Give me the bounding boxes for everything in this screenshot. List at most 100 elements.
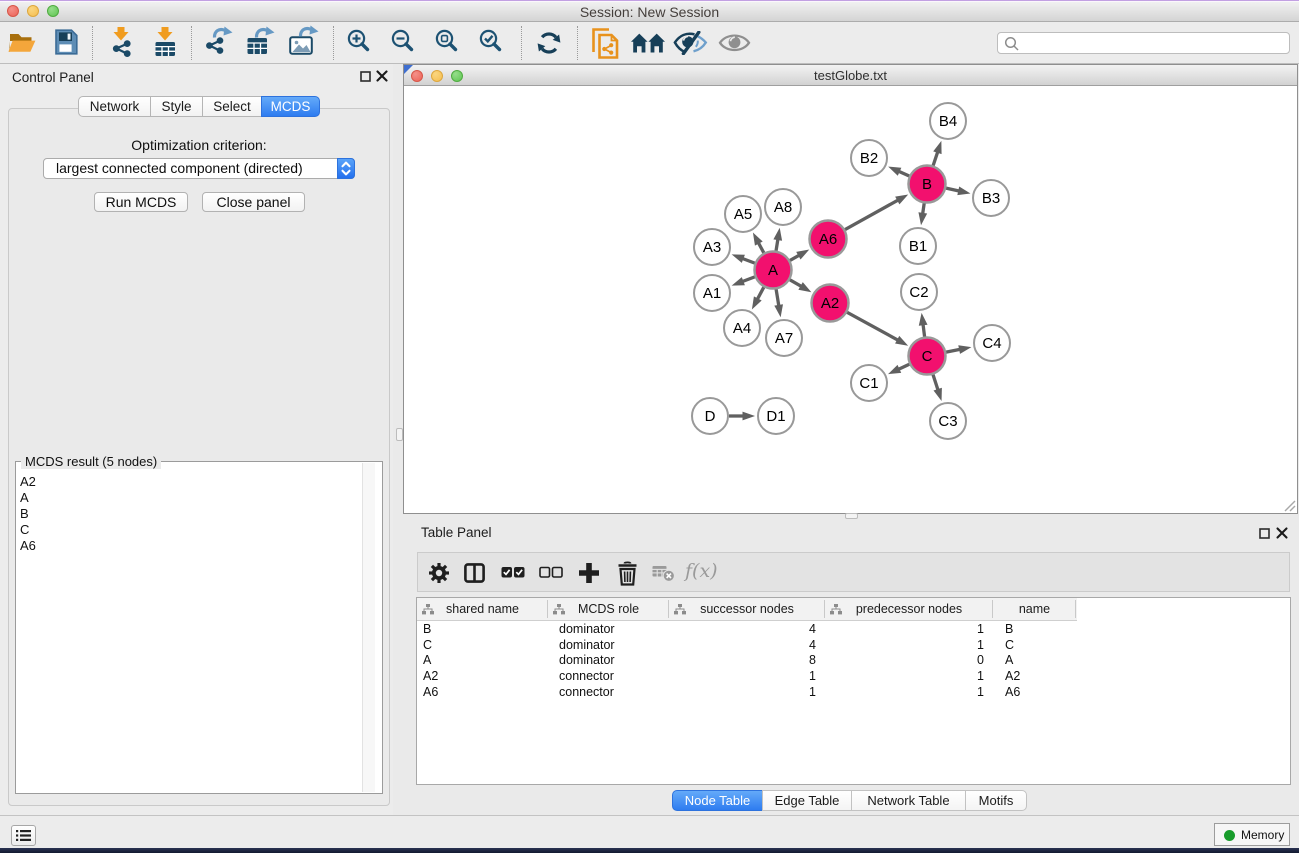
table-tab-node-table[interactable]: Node Table — [672, 790, 763, 811]
export-image-button[interactable] — [289, 25, 320, 56]
table-panel-float-icon[interactable] — [1259, 528, 1270, 539]
function-builder-button[interactable]: f(x) — [685, 560, 718, 582]
graph-edge-A-A3[interactable] — [741, 258, 754, 263]
graph-node-label-B2: B2 — [860, 150, 878, 167]
save-session-button[interactable] — [53, 29, 78, 55]
graph-edge-C-C2[interactable] — [923, 323, 925, 336]
graph-edge-A-A1[interactable] — [741, 277, 754, 282]
column-header-predecessor-nodes[interactable]: predecessor nodes — [825, 598, 993, 620]
table-tab-edge-table[interactable]: Edge Table — [762, 790, 852, 811]
mcds-result-scrollbar[interactable] — [362, 463, 375, 792]
graph-edge-A-A2[interactable] — [790, 280, 802, 287]
mcds-result-item[interactable]: A2 — [20, 474, 36, 490]
table-panel-title: Table Panel — [421, 525, 492, 540]
control-panel-tabs: NetworkStyleSelectMCDS — [78, 96, 320, 117]
show-all-button[interactable] — [718, 33, 751, 53]
column-header-MCDS-role[interactable]: MCDS role — [548, 598, 669, 620]
table-row[interactable]: Adominator80A — [417, 653, 1290, 669]
table-columns-button[interactable] — [464, 563, 485, 583]
graph-edge-B-B3[interactable] — [946, 188, 960, 191]
refresh-layout-button[interactable] — [536, 30, 562, 56]
control-panel-tab-network[interactable]: Network — [78, 96, 151, 117]
zoom-in-button[interactable] — [347, 29, 370, 52]
session-title: Session: New Session — [0, 4, 1299, 20]
column-tree-icon — [830, 604, 842, 615]
graph-node-label-D: D — [705, 408, 716, 425]
column-header-successor-nodes[interactable]: successor nodes — [669, 598, 825, 620]
mcds-result-item[interactable]: A6 — [20, 538, 36, 554]
table-tab-motifs[interactable]: Motifs — [965, 790, 1027, 811]
graph-edge-A-A4[interactable] — [757, 287, 764, 300]
desktop-background-strip — [0, 848, 1299, 853]
table-row[interactable]: Bdominator41B — [417, 622, 1290, 638]
desktop-horizontal-scrollbar-thumb[interactable] — [845, 513, 858, 519]
mcds-result-item[interactable]: C — [20, 522, 36, 538]
graph-node-label-C1: C1 — [859, 375, 878, 392]
table-cell: 1 — [669, 685, 825, 701]
import-table-button[interactable] — [152, 27, 178, 57]
table-row[interactable]: Cdominator41C — [417, 638, 1290, 654]
clone-network-button[interactable] — [591, 28, 621, 59]
node-table-header: shared nameMCDS rolesuccessor nodesprede… — [417, 598, 1077, 621]
zoom-fit-button[interactable] — [435, 29, 458, 52]
control-panel-float-icon[interactable] — [360, 71, 371, 82]
table-panel-close-icon[interactable] — [1276, 527, 1288, 539]
export-network-button[interactable] — [204, 26, 234, 56]
column-header-name[interactable]: name — [993, 598, 1076, 620]
desktop-vertical-scrollbar-thumb[interactable] — [396, 428, 403, 441]
control-panel-tab-style[interactable]: Style — [150, 96, 203, 117]
graph-edge-arrowhead — [957, 187, 970, 196]
graph-node-label-C4: C4 — [982, 335, 1001, 352]
zoom-out-button[interactable] — [391, 29, 414, 52]
deselect-all-rows-button[interactable] — [539, 566, 563, 579]
table-cell: 1 — [825, 638, 993, 654]
mcds-result-item[interactable]: B — [20, 506, 36, 522]
criterion-select-stepper[interactable] — [337, 158, 355, 179]
graph-node-label-A1: A1 — [703, 285, 721, 302]
export-table-button[interactable] — [246, 26, 276, 56]
table-cell: 1 — [825, 685, 993, 701]
first-neighbors-button[interactable] — [631, 32, 665, 53]
graph-edge-arrowhead — [798, 282, 811, 292]
criterion-select[interactable]: largest connected component (directed) — [43, 158, 355, 179]
import-network-button[interactable] — [108, 27, 134, 57]
graph-edge-A6-B[interactable] — [845, 200, 899, 230]
column-header-shared-name[interactable]: shared name — [417, 598, 548, 620]
table-cell: 1 — [825, 669, 993, 685]
run-mcds-button[interactable]: Run MCDS — [94, 192, 188, 212]
memory-button[interactable]: Memory — [1214, 823, 1290, 846]
close-panel-button[interactable]: Close panel — [202, 192, 305, 212]
control-panel-tab-mcds[interactable]: MCDS — [261, 96, 320, 117]
window-resize-grip[interactable] — [1282, 498, 1296, 512]
table-cell: A — [993, 653, 1076, 669]
network-graph[interactable]: AA6A2BCA1A3A5A8A4A7B1B2B3B4C1C2C3C4DD1 — [404, 87, 1297, 514]
open-session-button[interactable] — [8, 30, 36, 56]
show-panels-button[interactable] — [11, 825, 36, 846]
control-panel-close-icon[interactable] — [376, 70, 388, 82]
graph-node-label-B1: B1 — [909, 238, 927, 255]
mcds-result-legend: MCDS result (5 nodes) — [21, 454, 161, 469]
zoom-selected-button[interactable] — [479, 29, 502, 52]
delete-table-button[interactable] — [652, 565, 675, 582]
search-field[interactable] — [997, 32, 1290, 54]
graph-edge-C-C3[interactable] — [933, 375, 938, 391]
add-column-button[interactable] — [578, 562, 600, 584]
graph-edge-arrowhead — [888, 167, 901, 176]
search-input[interactable] — [1022, 34, 1282, 52]
table-tab-network-table[interactable]: Network Table — [851, 790, 966, 811]
graph-edge-A2-C[interactable] — [847, 312, 899, 340]
hide-selected-button[interactable] — [673, 31, 709, 55]
delete-column-button[interactable] — [616, 561, 639, 586]
graph-node-label-A3: A3 — [703, 239, 721, 256]
table-row[interactable]: A2connector11A2 — [417, 669, 1290, 685]
mcds-result-item[interactable]: A — [20, 490, 36, 506]
table-settings-button[interactable] — [428, 562, 450, 584]
control-panel-tab-select[interactable]: Select — [202, 96, 262, 117]
select-all-rows-button[interactable] — [501, 566, 525, 579]
network-window: testGlobe.txt AA6A2BCA1A3A5A8A4A7B1B2B3B… — [403, 64, 1298, 514]
graph-edge-A-A7[interactable] — [776, 289, 779, 307]
graph-edge-C-C4[interactable] — [946, 349, 961, 352]
table-row[interactable]: A6connector11A6 — [417, 685, 1290, 701]
table-cell: C — [417, 638, 548, 654]
graph-edge-B-B4[interactable] — [933, 151, 938, 166]
